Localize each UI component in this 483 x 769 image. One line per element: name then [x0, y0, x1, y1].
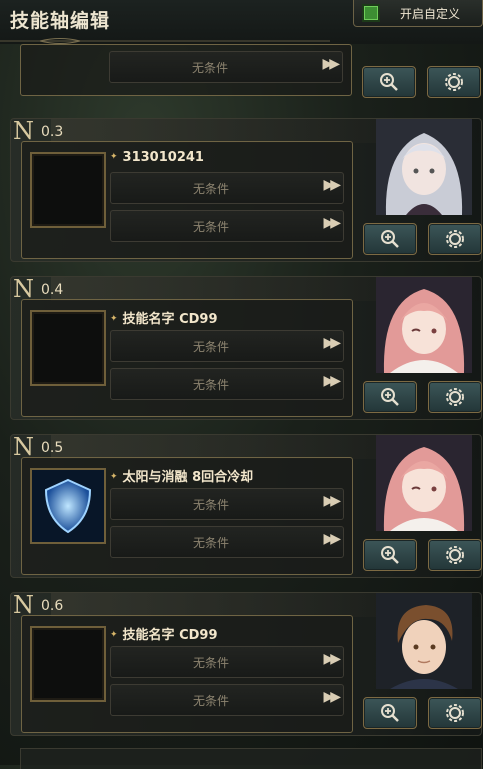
gear-icon	[446, 230, 464, 248]
shield-skill-icon	[32, 470, 104, 542]
condition-selector-2[interactable]: 无条件 ▶▶	[110, 368, 344, 400]
gear-icon	[445, 73, 463, 91]
double-arrow-icon: ▶▶	[323, 689, 340, 705]
skill-icon-slot[interactable]	[30, 468, 106, 544]
card-number: 0.3	[41, 124, 64, 140]
skill-card: N 0.4 技能名字 CD99 无条件 ▶▶ 无条件 ▶▶	[10, 275, 482, 420]
partial-card-inner: 无条件 ▶▶	[20, 44, 352, 96]
character-portrait[interactable]	[376, 277, 472, 373]
skill-icon-slot[interactable]	[30, 626, 106, 702]
gear-icon	[446, 388, 464, 406]
card-number: 0.5	[41, 440, 64, 456]
double-arrow-icon: ▶▶	[323, 373, 340, 389]
zoom-button[interactable]	[363, 697, 417, 729]
condition-label: 无条件	[192, 378, 229, 392]
zoom-in-icon	[381, 704, 399, 722]
condition-selector-1[interactable]: 无条件 ▶▶	[110, 646, 344, 678]
zoom-in-icon	[381, 230, 399, 248]
zoom-button[interactable]	[363, 539, 417, 571]
double-arrow-icon: ▶▶	[323, 335, 340, 351]
skill-icon-slot[interactable]	[30, 152, 106, 228]
condition-selector-2[interactable]: 无条件 ▶▶	[110, 210, 344, 242]
condition-label: 无条件	[192, 694, 229, 708]
skill-name: 技能名字 CD99	[110, 308, 218, 327]
gear-icon	[446, 704, 464, 722]
zoom-in-icon	[380, 73, 398, 91]
custom-toggle-button[interactable]: 开启自定义	[353, 0, 483, 27]
zoom-button[interactable]	[363, 381, 417, 413]
card-number: 0.4	[41, 282, 64, 298]
condition-label: 无条件	[192, 182, 229, 196]
card-inner: 太阳与消融 8回合冷却 无条件 ▶▶ 无条件 ▶▶	[21, 457, 353, 575]
condition-selector-2[interactable]: 无条件 ▶▶	[110, 684, 344, 716]
condition-label: 无条件	[192, 498, 229, 512]
settings-button[interactable]	[428, 539, 482, 571]
custom-toggle-label: 开启自定义	[400, 7, 461, 21]
custom-toggle-checkbox[interactable]	[362, 4, 380, 22]
top-bar: 技能轴编辑 开启自定义	[0, 0, 483, 44]
card-inner: 技能名字 CD99 无条件 ▶▶ 无条件 ▶▶	[21, 615, 353, 733]
skill-card: N 0.5 太阳与消融 8回合冷却 无条件 ▶▶ 无条件 ▶▶	[10, 433, 482, 578]
card-inner: 技能名字 CD99 无条件 ▶▶ 无条件 ▶▶	[21, 299, 353, 417]
condition-label: 无条件	[192, 536, 229, 550]
double-arrow-icon: ▶▶	[322, 56, 339, 72]
condition-selector-1[interactable]: 无条件 ▶▶	[110, 488, 344, 520]
skill-icon-slot[interactable]	[30, 310, 106, 386]
settings-button[interactable]	[428, 381, 482, 413]
condition-selector-1[interactable]: 无条件 ▶▶	[110, 330, 344, 362]
zoom-in-icon	[381, 388, 399, 406]
zoom-button[interactable]	[362, 66, 416, 98]
condition-label: 无条件	[192, 220, 229, 234]
character-portrait[interactable]	[376, 593, 472, 689]
card-inner: 313010241 无条件 ▶▶ 无条件 ▶▶	[21, 141, 353, 259]
partial-card-bottom	[20, 748, 482, 769]
page-title: 技能轴编辑	[10, 10, 111, 32]
skill-card: N 0.6 技能名字 CD99 无条件 ▶▶ 无条件 ▶▶	[10, 591, 482, 736]
condition-selector-2[interactable]: 无条件 ▶▶	[110, 526, 344, 558]
partial-card: 无条件 ▶▶	[10, 44, 481, 98]
gear-icon	[446, 546, 464, 564]
character-portrait[interactable]	[376, 119, 472, 215]
settings-button[interactable]	[428, 697, 482, 729]
double-arrow-icon: ▶▶	[323, 531, 340, 547]
card-number: 0.6	[41, 598, 64, 614]
condition-label: 无条件	[192, 340, 229, 354]
zoom-in-icon	[381, 546, 399, 564]
double-arrow-icon: ▶▶	[323, 177, 340, 193]
zoom-button[interactable]	[363, 223, 417, 255]
settings-button[interactable]	[427, 66, 481, 98]
condition-label: 无条件	[192, 656, 229, 670]
skill-name: 技能名字 CD99	[110, 624, 218, 643]
skill-card: N 0.3 313010241 无条件 ▶▶ 无条件 ▶▶	[10, 117, 482, 262]
double-arrow-icon: ▶▶	[323, 651, 340, 667]
condition-label: 无条件	[191, 61, 228, 75]
condition-selector[interactable]: 无条件 ▶▶	[109, 51, 343, 83]
skill-name: 太阳与消融 8回合冷却	[110, 466, 254, 485]
skill-name: 313010241	[110, 150, 204, 165]
double-arrow-icon: ▶▶	[323, 493, 340, 509]
settings-button[interactable]	[428, 223, 482, 255]
double-arrow-icon: ▶▶	[323, 215, 340, 231]
character-portrait[interactable]	[376, 435, 472, 531]
condition-selector-1[interactable]: 无条件 ▶▶	[110, 172, 344, 204]
